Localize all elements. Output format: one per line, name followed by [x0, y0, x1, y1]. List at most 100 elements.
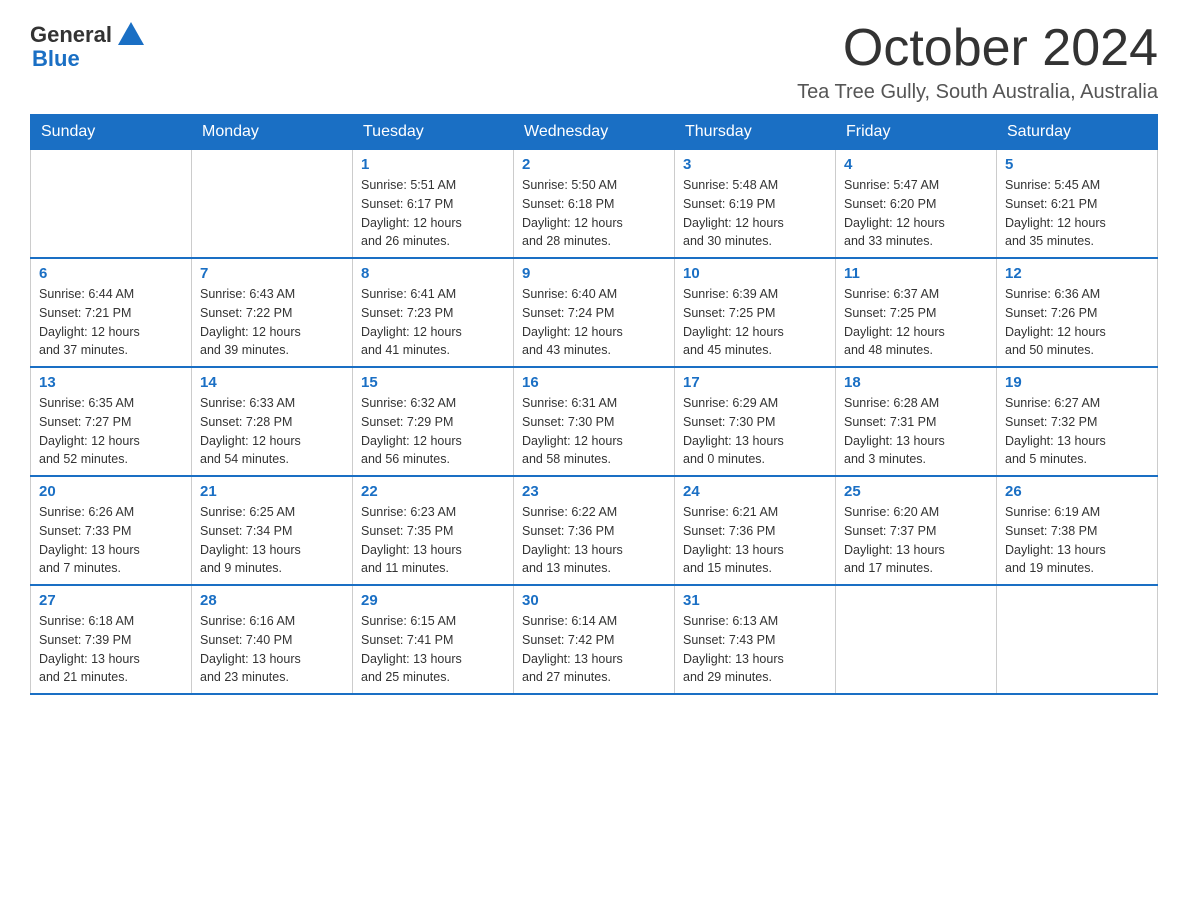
calendar-cell: 8 Sunrise: 6:41 AMSunset: 7:23 PMDaylight… — [353, 258, 514, 367]
header-sunday: Sunday — [31, 115, 192, 150]
calendar-cell: 2 Sunrise: 5:50 AMSunset: 6:18 PMDaylight… — [514, 150, 675, 259]
day-info: Sunrise: 6:26 AMSunset: 7:33 PMDaylight:… — [39, 503, 183, 578]
day-number: 3 — [683, 156, 827, 173]
day-number: 26 — [1005, 483, 1149, 500]
logo-icon — [116, 20, 146, 50]
day-info: Sunrise: 6:29 AMSunset: 7:30 PMDaylight:… — [683, 394, 827, 469]
header-tuesday: Tuesday — [353, 115, 514, 150]
calendar-cell: 30Sunrise: 6:14 AMSunset: 7:42 PMDayligh… — [514, 585, 675, 694]
day-number: 6 — [39, 265, 183, 282]
day-info: Sunrise: 6:20 AMSunset: 7:37 PMDaylight:… — [844, 503, 988, 578]
week-row-3: 13 Sunrise: 6:35 AMSunset: 7:27 PMDayligh… — [31, 367, 1158, 476]
week-row-2: 6 Sunrise: 6:44 AMSunset: 7:21 PMDaylight… — [31, 258, 1158, 367]
day-info: Sunrise: 6:25 AMSunset: 7:34 PMDaylight:… — [200, 503, 344, 578]
page-header: General Blue October 2024 Tea Tree Gully… — [30, 20, 1158, 104]
week-row-1: 1 Sunrise: 5:51 AMSunset: 6:17 PMDaylight… — [31, 150, 1158, 259]
logo-blue: Blue — [32, 46, 80, 72]
day-number: 17 — [683, 374, 827, 391]
day-info: Sunrise: 5:51 AMSunset: 6:17 PMDaylight:… — [361, 176, 505, 251]
calendar-cell: 23 Sunrise: 6:22 AMSunset: 7:36 PMDayligh… — [514, 476, 675, 585]
day-number: 24 — [683, 483, 827, 500]
calendar-cell: 17 Sunrise: 6:29 AMSunset: 7:30 PMDayligh… — [675, 367, 836, 476]
day-number: 21 — [200, 483, 344, 500]
calendar-cell: 12Sunrise: 6:36 AMSunset: 7:26 PMDayligh… — [997, 258, 1158, 367]
day-info: Sunrise: 6:39 AMSunset: 7:25 PMDaylight:… — [683, 285, 827, 360]
day-number: 4 — [844, 156, 988, 173]
day-number: 16 — [522, 374, 666, 391]
calendar-cell: 5 Sunrise: 5:45 AMSunset: 6:21 PMDaylight… — [997, 150, 1158, 259]
day-number: 8 — [361, 265, 505, 282]
calendar-cell: 31 Sunrise: 6:13 AMSunset: 7:43 PMDayligh… — [675, 585, 836, 694]
calendar-cell: 3Sunrise: 5:48 AMSunset: 6:19 PMDaylight… — [675, 150, 836, 259]
calendar-cell — [997, 585, 1158, 694]
day-info: Sunrise: 6:40 AMSunset: 7:24 PMDaylight:… — [522, 285, 666, 360]
day-info: Sunrise: 6:22 AMSunset: 7:36 PMDaylight:… — [522, 503, 666, 578]
calendar-cell: 14 Sunrise: 6:33 AMSunset: 7:28 PMDayligh… — [192, 367, 353, 476]
calendar-cell: 13 Sunrise: 6:35 AMSunset: 7:27 PMDayligh… — [31, 367, 192, 476]
day-number: 28 — [200, 592, 344, 609]
header-friday: Friday — [836, 115, 997, 150]
day-info: Sunrise: 6:23 AMSunset: 7:35 PMDaylight:… — [361, 503, 505, 578]
day-info: Sunrise: 6:44 AMSunset: 7:21 PMDaylight:… — [39, 285, 183, 360]
calendar-cell: 20 Sunrise: 6:26 AMSunset: 7:33 PMDayligh… — [31, 476, 192, 585]
day-info: Sunrise: 5:50 AMSunset: 6:18 PMDaylight:… — [522, 176, 666, 251]
calendar-cell: 16 Sunrise: 6:31 AMSunset: 7:30 PMDayligh… — [514, 367, 675, 476]
day-info: Sunrise: 6:35 AMSunset: 7:27 PMDaylight:… — [39, 394, 183, 469]
day-info: Sunrise: 6:33 AMSunset: 7:28 PMDaylight:… — [200, 394, 344, 469]
day-info: Sunrise: 6:41 AMSunset: 7:23 PMDaylight:… — [361, 285, 505, 360]
day-number: 19 — [1005, 374, 1149, 391]
day-number: 11 — [844, 265, 988, 282]
day-info: Sunrise: 6:16 AMSunset: 7:40 PMDaylight:… — [200, 612, 344, 687]
calendar-cell: 24 Sunrise: 6:21 AMSunset: 7:36 PMDayligh… — [675, 476, 836, 585]
day-info: Sunrise: 5:45 AMSunset: 6:21 PMDaylight:… — [1005, 176, 1149, 251]
calendar-cell: 18Sunrise: 6:28 AMSunset: 7:31 PMDayligh… — [836, 367, 997, 476]
day-number: 25 — [844, 483, 988, 500]
calendar-cell: 11 Sunrise: 6:37 AMSunset: 7:25 PMDayligh… — [836, 258, 997, 367]
header-thursday: Thursday — [675, 115, 836, 150]
day-info: Sunrise: 6:37 AMSunset: 7:25 PMDaylight:… — [844, 285, 988, 360]
day-number: 2 — [522, 156, 666, 173]
day-info: Sunrise: 6:43 AMSunset: 7:22 PMDaylight:… — [200, 285, 344, 360]
day-number: 22 — [361, 483, 505, 500]
day-number: 29 — [361, 592, 505, 609]
calendar-cell: 21 Sunrise: 6:25 AMSunset: 7:34 PMDayligh… — [192, 476, 353, 585]
day-number: 10 — [683, 265, 827, 282]
logo: General Blue — [30, 20, 146, 72]
day-number: 1 — [361, 156, 505, 173]
day-info: Sunrise: 6:27 AMSunset: 7:32 PMDaylight:… — [1005, 394, 1149, 469]
day-number: 7 — [200, 265, 344, 282]
calendar-cell: 6 Sunrise: 6:44 AMSunset: 7:21 PMDaylight… — [31, 258, 192, 367]
day-number: 5 — [1005, 156, 1149, 173]
day-number: 12 — [1005, 265, 1149, 282]
calendar-cell: 22 Sunrise: 6:23 AMSunset: 7:35 PMDayligh… — [353, 476, 514, 585]
logo-general: General — [30, 22, 112, 48]
calendar-table: SundayMondayTuesdayWednesdayThursdayFrid… — [30, 114, 1158, 695]
calendar-cell: 1 Sunrise: 5:51 AMSunset: 6:17 PMDaylight… — [353, 150, 514, 259]
day-info: Sunrise: 6:13 AMSunset: 7:43 PMDaylight:… — [683, 612, 827, 687]
day-number: 13 — [39, 374, 183, 391]
day-info: Sunrise: 6:15 AMSunset: 7:41 PMDaylight:… — [361, 612, 505, 687]
calendar-cell: 25 Sunrise: 6:20 AMSunset: 7:37 PMDayligh… — [836, 476, 997, 585]
week-row-4: 20 Sunrise: 6:26 AMSunset: 7:33 PMDayligh… — [31, 476, 1158, 585]
calendar-cell: 19 Sunrise: 6:27 AMSunset: 7:32 PMDayligh… — [997, 367, 1158, 476]
calendar-cell: 15Sunrise: 6:32 AMSunset: 7:29 PMDayligh… — [353, 367, 514, 476]
day-info: Sunrise: 6:18 AMSunset: 7:39 PMDaylight:… — [39, 612, 183, 687]
day-number: 27 — [39, 592, 183, 609]
day-number: 31 — [683, 592, 827, 609]
day-number: 30 — [522, 592, 666, 609]
calendar-cell: 29 Sunrise: 6:15 AMSunset: 7:41 PMDayligh… — [353, 585, 514, 694]
day-number: 23 — [522, 483, 666, 500]
day-info: Sunrise: 6:21 AMSunset: 7:36 PMDaylight:… — [683, 503, 827, 578]
day-info: Sunrise: 6:31 AMSunset: 7:30 PMDaylight:… — [522, 394, 666, 469]
day-info: Sunrise: 6:19 AMSunset: 7:38 PMDaylight:… — [1005, 503, 1149, 578]
day-info: Sunrise: 6:32 AMSunset: 7:29 PMDaylight:… — [361, 394, 505, 469]
title-block: October 2024 Tea Tree Gully, South Austr… — [797, 20, 1158, 104]
day-number: 20 — [39, 483, 183, 500]
calendar-cell: 4Sunrise: 5:47 AMSunset: 6:20 PMDaylight… — [836, 150, 997, 259]
day-number: 14 — [200, 374, 344, 391]
location-title: Tea Tree Gully, South Australia, Austral… — [797, 81, 1158, 104]
calendar-cell — [836, 585, 997, 694]
calendar-cell: 27 Sunrise: 6:18 AMSunset: 7:39 PMDayligh… — [31, 585, 192, 694]
month-title: October 2024 — [797, 20, 1158, 77]
header-wednesday: Wednesday — [514, 115, 675, 150]
